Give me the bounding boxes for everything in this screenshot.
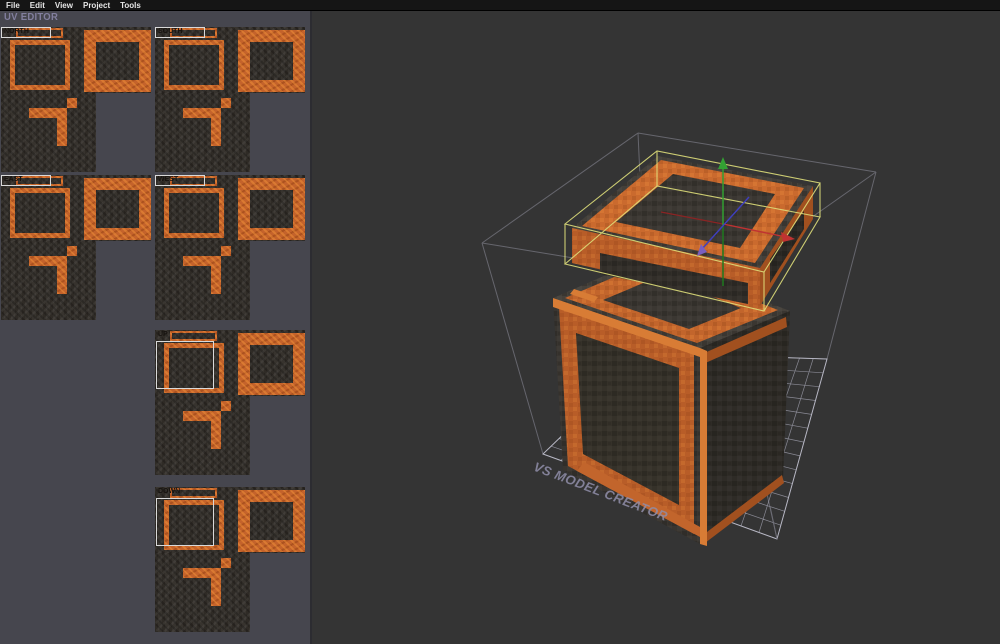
uv-texture-tile [155,241,250,320]
menu-tools[interactable]: Tools [116,0,145,11]
uv-face-group-up[interactable]: UP [155,330,305,475]
uv-frame-thick [238,178,305,240]
uv-frame-thick [238,30,305,92]
uv-l-shape [221,98,231,108]
uv-texture-tile [1,93,96,172]
uv-face-group-south[interactable]: SOUTH [155,27,305,172]
uv-editor-panel: UV EDITOR NORTH SOUTH EAST [0,11,312,644]
uv-frame-thin [164,40,224,90]
scene-canvas[interactable] [312,11,1000,644]
uv-l-shape [67,98,77,108]
uv-l-shape [211,256,221,294]
uv-frame-thick [238,490,305,552]
uv-l-shape [221,558,231,568]
uv-l-shape [211,568,221,606]
menu-project[interactable]: Project [79,0,114,11]
uv-texture-tile [155,553,250,632]
uv-frame-thick [238,333,305,395]
menu-edit[interactable]: Edit [26,0,49,11]
uv-l-shape [57,108,67,146]
menu-view[interactable]: View [51,0,77,11]
uv-l-shape [221,246,231,256]
uv-frame-thin [10,40,70,90]
uv-editor-title: UV EDITOR [4,12,58,23]
uv-face-group-north[interactable]: NORTH [1,27,151,172]
uv-face-label: DOWN [158,488,180,495]
uv-l-shape [67,246,77,256]
wireframe-front-edge [770,506,777,539]
uv-selection-box[interactable] [156,341,214,389]
uv-frame-thick [84,178,151,240]
uv-face-label: WEST [158,176,178,183]
uv-face-group-west[interactable]: WEST [155,175,305,320]
uv-face-label: SOUTH [158,28,183,35]
uv-face-label: EAST [4,176,23,183]
uv-selection-box[interactable] [156,498,214,546]
uv-frame-thick [84,30,151,92]
uv-texture-tile [1,241,96,320]
uv-l-shape [221,401,231,411]
uv-frame-thin [164,188,224,238]
uv-face-group-east[interactable]: EAST [1,175,151,320]
uv-rim-strip [170,331,217,341]
uv-texture-tile [155,396,250,475]
uv-l-shape [211,411,221,449]
uv-texture-tile [155,93,250,172]
uv-l-shape [211,108,221,146]
uv-face-label: NORTH [4,28,29,35]
menu-bar: File Edit View Project Tools [0,0,1000,11]
uv-face-group-down[interactable]: DOWN [155,487,305,632]
viewport-3d[interactable]: VS MODEL CREATOR [312,11,1000,644]
menu-file[interactable]: File [2,0,24,11]
uv-face-label: UP [158,331,168,338]
uv-l-shape [57,256,67,294]
uv-frame-thin [10,188,70,238]
